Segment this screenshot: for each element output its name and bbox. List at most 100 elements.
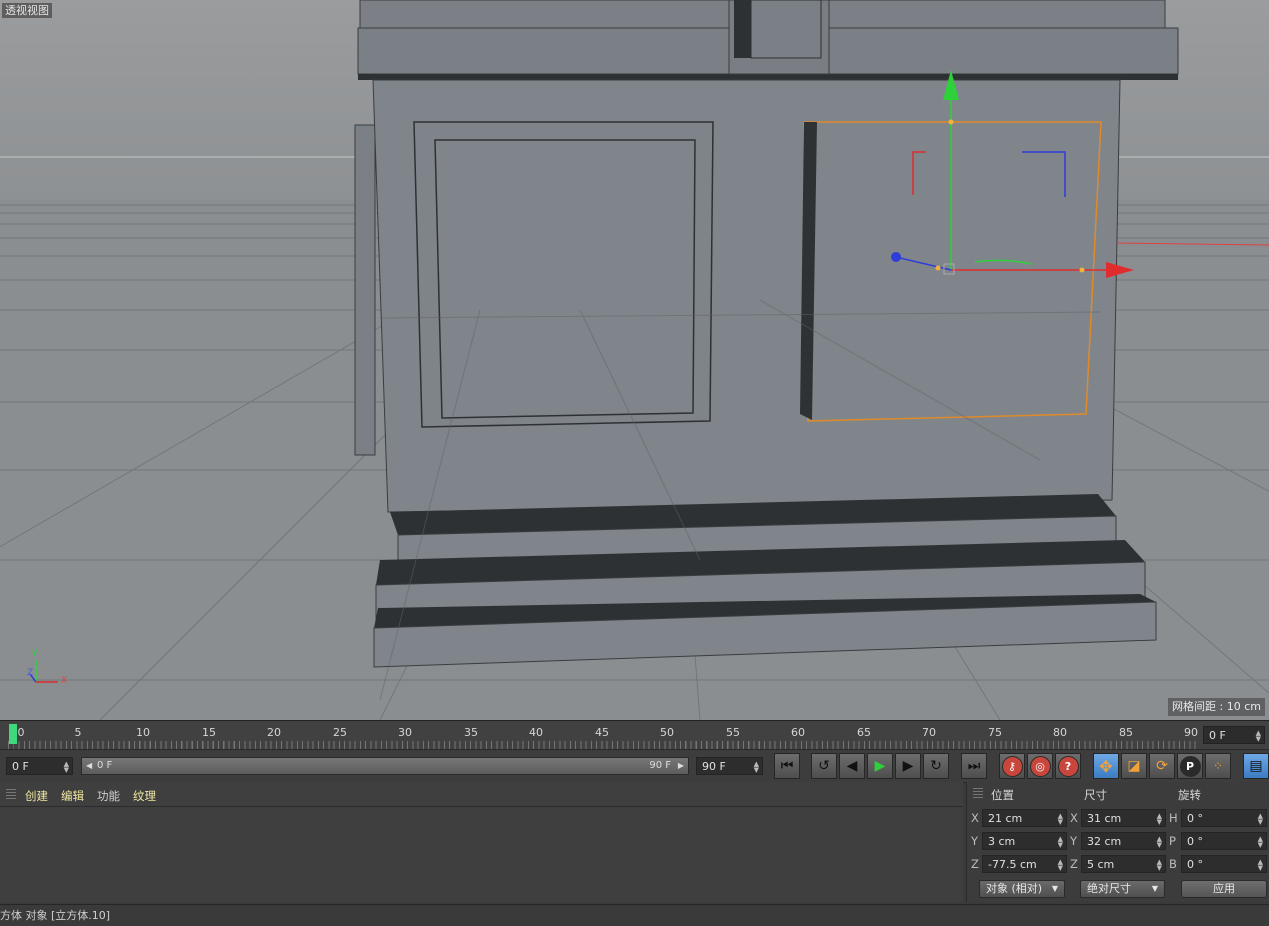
rotation-b-field[interactable]: 0 ° ▲ ▼ <box>1181 855 1267 873</box>
playhead[interactable] <box>9 724 17 744</box>
film-button[interactable]: ▤ <box>1243 753 1269 779</box>
axis-x-label: X <box>61 676 68 686</box>
position-z-field[interactable]: -77.5 cm ▲ ▼ <box>982 855 1067 873</box>
play-icon: ▶ <box>874 758 886 774</box>
tick-label: 85 <box>1119 726 1133 739</box>
end-frame-field[interactable]: 90 F ▲ ▼ <box>696 757 763 775</box>
axis-label: X <box>1070 811 1078 825</box>
step-back-icon: ◀ <box>846 758 858 774</box>
panel-grip-icon[interactable] <box>973 788 983 798</box>
move-arrows-icon: ✥ <box>1099 756 1113 776</box>
tick-label: 40 <box>529 726 543 739</box>
goto-start-icon: ⏮ <box>780 758 794 774</box>
autokey-icon: ◎ <box>1029 755 1051 777</box>
play-backward-loop-button[interactable]: ↺ <box>811 753 837 779</box>
tick-label: 30 <box>398 726 412 739</box>
range-left-arrow-icon[interactable]: ◀ <box>86 758 92 774</box>
parameter-icon: P <box>1179 755 1201 777</box>
record-keyframe-button[interactable]: ⚷ <box>999 753 1025 779</box>
step-forward-icon: ▶ <box>902 758 914 774</box>
position-y-field[interactable]: 3 cm ▲ ▼ <box>982 832 1067 850</box>
rotate-icon: ⟳ <box>1156 758 1168 774</box>
size-x-field[interactable]: 31 cm ▲ ▼ <box>1081 809 1166 827</box>
chevron-down-icon: ▼ <box>1051 884 1058 893</box>
viewport-title[interactable]: 透视视图 <box>2 3 52 18</box>
tick-label: 55 <box>726 726 740 739</box>
rotation-h-field[interactable]: 0 ° ▲ ▼ <box>1181 809 1267 827</box>
reverse-loop-icon: ↺ <box>818 758 830 774</box>
step-back-button[interactable]: ◀ <box>839 753 865 779</box>
tick-label: 90 <box>1184 726 1198 739</box>
size-y-field[interactable]: 32 cm ▲ ▼ <box>1081 832 1166 850</box>
axis-label: Y <box>1070 834 1078 848</box>
grid-distance-label: 网格间距 : 10 cm <box>1168 698 1265 716</box>
material-manager: 创建 编辑 功能 纹理 <box>0 782 963 902</box>
panel-grip-icon[interactable] <box>6 789 16 799</box>
axis-z-label: Z <box>27 668 34 678</box>
menu-texture[interactable]: 纹理 <box>133 788 156 804</box>
axis-label: H <box>1169 811 1178 825</box>
coordinate-mode-dropdown[interactable]: 对象 (相对) ▼ <box>979 880 1065 898</box>
tick-label: 70 <box>922 726 936 739</box>
axis-label: B <box>1169 857 1177 871</box>
transport-bar: 0 F ▲ ▼ ◀ 0 F 90 F ▶ 90 F ▲ ▼ ⏮ ↺ ◀ ▶ ▶ ↻ ⏭ … <box>0 749 1269 783</box>
menu-create[interactable]: 创建 <box>25 788 48 804</box>
tick-label: 65 <box>857 726 871 739</box>
tick-label: 15 <box>202 726 216 739</box>
dots-grid-icon: ⁘ <box>1212 759 1224 773</box>
range-right-arrow-icon[interactable]: ▶ <box>678 758 684 774</box>
menu-function[interactable]: 功能 <box>97 788 120 804</box>
tick-label: 50 <box>660 726 674 739</box>
tick-label: 45 <box>595 726 609 739</box>
3d-viewport[interactable]: 透视视图 Y Z X 网格间距 : 10 cm <box>0 0 1269 720</box>
size-mode-dropdown[interactable]: 绝对尺寸 ▼ <box>1080 880 1165 898</box>
autokey-button[interactable]: ◎ <box>1027 753 1053 779</box>
status-text: 方体 对象 [立方体.10] <box>0 909 111 922</box>
tick-label: 5 <box>74 726 82 739</box>
scale-icon: ◪ <box>1127 758 1141 774</box>
question-icon: ? <box>1057 755 1079 777</box>
scale-tool-button[interactable]: ◪ <box>1121 753 1147 779</box>
parameter-button[interactable]: P <box>1177 753 1203 779</box>
move-tool-button[interactable]: ✥ <box>1093 753 1119 779</box>
timeline-ruler[interactable]: 0 5 10 15 20 25 30 35 40 45 50 55 60 65 … <box>0 720 1269 749</box>
chevron-down-icon: ▼ <box>1151 884 1158 893</box>
material-menubar: 创建 编辑 功能 纹理 <box>0 782 963 807</box>
position-x-field[interactable]: 21 cm ▲ ▼ <box>982 809 1067 827</box>
position-header: 位置 <box>991 788 1014 802</box>
tick-label: 60 <box>791 726 805 739</box>
goto-end-button[interactable]: ⏭ <box>961 753 987 779</box>
range-end-label: 90 F <box>649 760 671 771</box>
building-model <box>354 0 1179 668</box>
goto-start-button[interactable]: ⏮ <box>774 753 800 779</box>
rotation-p-field[interactable]: 0 ° ▲ ▼ <box>1181 832 1267 850</box>
tick-label: 20 <box>267 726 281 739</box>
status-bar: 方体 对象 [立方体.10] <box>0 904 1269 926</box>
size-header: 尺寸 <box>1084 788 1107 802</box>
help-key-button[interactable]: ? <box>1055 753 1081 779</box>
timeline-ticks <box>8 741 1198 749</box>
menu-edit[interactable]: 编辑 <box>61 788 84 804</box>
axis-y-label: Y <box>32 649 38 659</box>
axis-label: Z <box>971 857 979 871</box>
axis-label: X <box>971 811 979 825</box>
loop-button[interactable]: ↻ <box>923 753 949 779</box>
start-frame-field[interactable]: 0 F ▲ ▼ <box>6 757 73 775</box>
tick-label: 80 <box>1053 726 1067 739</box>
step-forward-button[interactable]: ▶ <box>895 753 921 779</box>
size-z-field[interactable]: 5 cm ▲ ▼ <box>1081 855 1166 873</box>
rotate-tool-button[interactable]: ⟳ <box>1149 753 1175 779</box>
play-button[interactable]: ▶ <box>867 753 893 779</box>
tick-label: 0 <box>17 726 25 739</box>
apply-button[interactable]: 应用 <box>1181 880 1267 898</box>
axis-label: Y <box>971 834 979 848</box>
coordinates-manager: 位置 尺寸 旋转 X 21 cm ▲ ▼ X 31 cm ▲ ▼ H 0 ° ▲ ▼ Y 3… <box>966 782 1269 902</box>
frame-range-slider[interactable]: ◀ 0 F 90 F ▶ <box>81 757 689 775</box>
loop-icon: ↻ <box>930 758 942 774</box>
points-mode-button[interactable]: ⁘ <box>1205 753 1231 779</box>
range-start-label: 0 F <box>97 760 113 771</box>
film-icon: ▤ <box>1249 758 1263 774</box>
rotation-header: 旋转 <box>1178 788 1201 802</box>
current-frame-field[interactable]: 0 F ▲ ▼ <box>1203 726 1265 744</box>
tick-label: 25 <box>333 726 347 739</box>
